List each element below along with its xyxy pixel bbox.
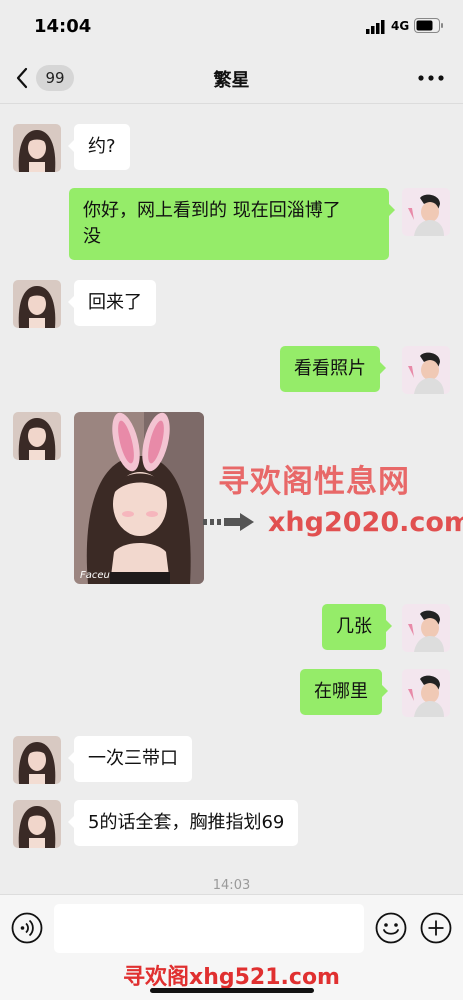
self-avatar-image — [402, 669, 450, 717]
watermark-title: 寻欢阁性息网 — [218, 464, 410, 500]
emoji-icon[interactable] — [375, 912, 407, 944]
message-bubble[interactable]: 几张 — [322, 604, 392, 650]
contact-avatar-image — [13, 124, 61, 172]
bottom-watermark: 寻欢阁xhg521.com — [123, 965, 340, 990]
avatar-contact[interactable] — [13, 736, 61, 784]
battery-icon — [414, 18, 443, 33]
self-avatar-image — [402, 604, 450, 652]
watermark-url: xhg2020.com — [268, 507, 463, 538]
chat-area[interactable]: 约? 你好，网上看到的 现在回淄博了 没 回来了 看看照片 Faceu 寻欢阁性… — [0, 104, 463, 894]
avatar-self[interactable] — [402, 346, 450, 394]
more-icon[interactable] — [416, 70, 446, 86]
signal-icon — [366, 20, 385, 34]
status-bar: 14:04 4G — [0, 0, 463, 52]
plus-icon[interactable] — [420, 912, 452, 944]
message-line: 你好，网上看到的 现在回淄博了 — [83, 200, 341, 221]
self-avatar-image — [402, 346, 450, 394]
chat-title: 繁星 — [213, 70, 250, 91]
message-bubble[interactable]: 5的话全套，胸推指划69 — [67, 800, 299, 846]
image-message[interactable]: Faceu — [74, 412, 204, 584]
avatar-contact[interactable] — [13, 412, 61, 460]
avatar-self[interactable] — [402, 188, 450, 236]
message-bubble[interactable]: 你好，网上看到的 现在回淄博了 没 — [69, 188, 395, 260]
message-bubble[interactable]: 一次三带口 — [68, 736, 192, 782]
contact-avatar-image — [13, 280, 61, 328]
message-input[interactable] — [54, 904, 364, 953]
avatar-self[interactable] — [402, 604, 450, 652]
timestamp: 14:03 — [212, 878, 251, 893]
status-time: 14:04 — [34, 16, 92, 37]
contact-avatar-image — [13, 736, 61, 784]
avatar-contact[interactable] — [13, 800, 61, 848]
message-bubble[interactable]: 看看照片 — [280, 346, 386, 392]
photo-caption: Faceu — [80, 570, 110, 581]
message-bubble[interactable]: 在哪里 — [300, 669, 388, 715]
contact-avatar-image — [13, 800, 61, 848]
arrow-icon — [203, 513, 254, 531]
avatar-contact[interactable] — [13, 124, 61, 172]
input-bar: 寻欢阁xhg521.com — [0, 894, 463, 1000]
message-bubble[interactable]: 约? — [68, 124, 130, 170]
message-bubble[interactable]: 回来了 — [68, 280, 156, 326]
network-label: 4G — [391, 19, 410, 33]
avatar-self[interactable] — [402, 669, 450, 717]
self-avatar-image — [402, 188, 450, 236]
message-line: 没 — [83, 226, 101, 247]
photo-image: Faceu — [74, 412, 204, 584]
contact-avatar-image — [13, 412, 61, 460]
nav-bar: 99 繁星 — [0, 52, 463, 104]
avatar-contact[interactable] — [13, 280, 61, 328]
home-indicator[interactable] — [150, 988, 314, 993]
voice-icon[interactable] — [11, 912, 43, 944]
